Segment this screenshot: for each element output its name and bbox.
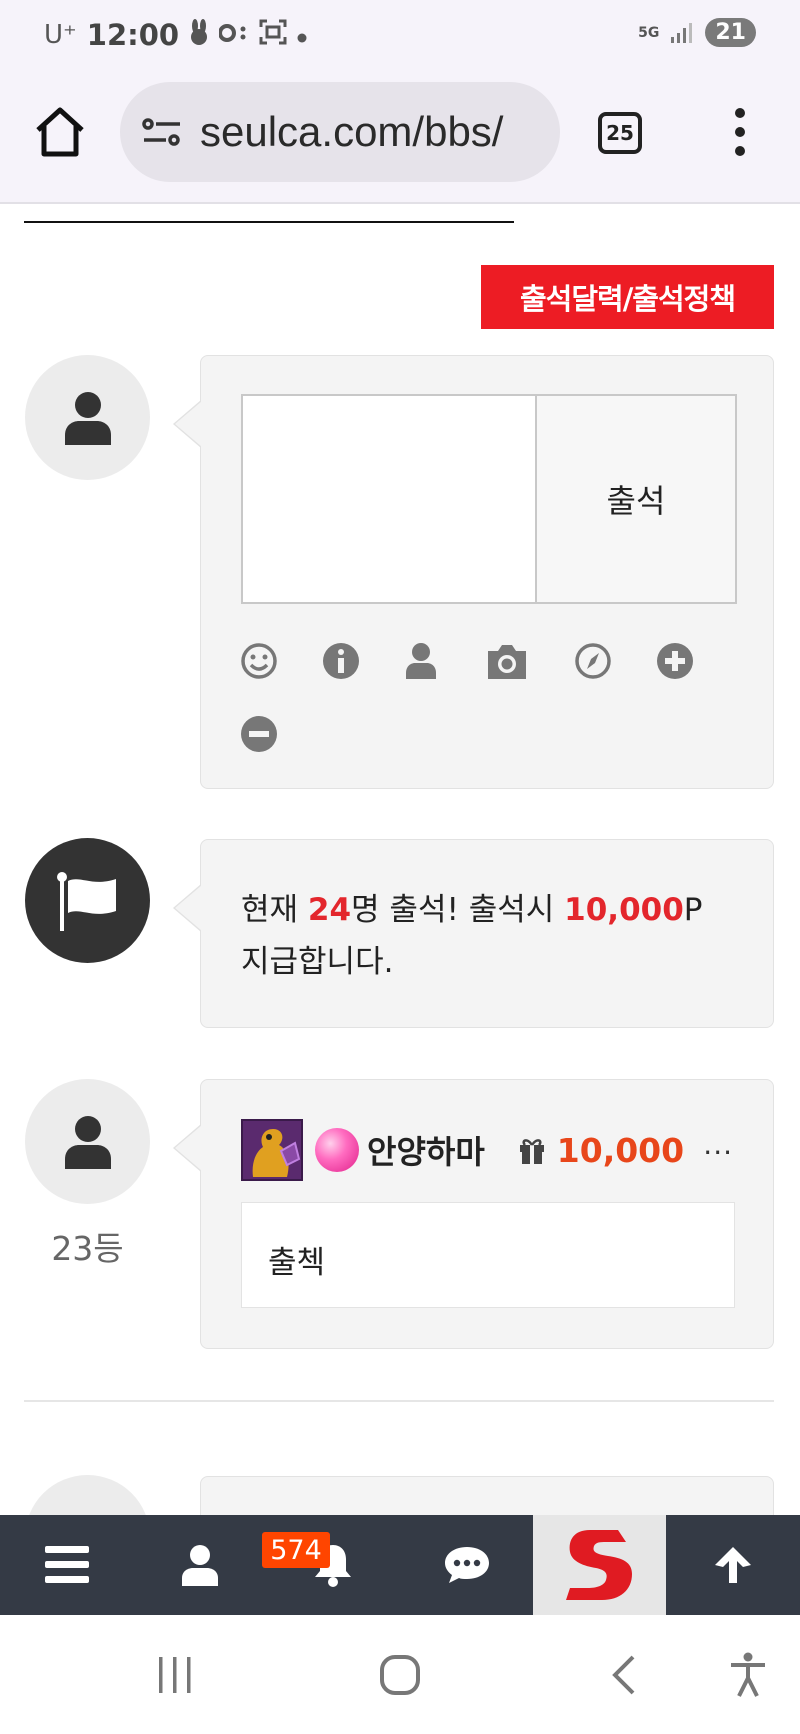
- accessibility-button[interactable]: [718, 1645, 778, 1705]
- comment-form: 출석: [173, 355, 774, 789]
- system-navigation: [0, 1615, 800, 1734]
- menu-button[interactable]: [0, 1515, 133, 1615]
- rank-label: 23등: [51, 1229, 124, 1268]
- recent-apps-button[interactable]: [145, 1645, 205, 1705]
- scroll-top-button[interactable]: [666, 1515, 799, 1615]
- home-nav-button[interactable]: [370, 1645, 430, 1705]
- key-icon: [218, 21, 249, 49]
- user-icon[interactable]: [401, 641, 441, 681]
- attendance-policy-button[interactable]: 출석달력/출석정책: [481, 265, 774, 329]
- more-options-button[interactable]: ...: [703, 1128, 733, 1161]
- notice-text: 현재 24명 출석! 출석시 10,000P 지급합니다.: [241, 892, 703, 980]
- site-logo-button[interactable]: [533, 1515, 666, 1615]
- checkin-button[interactable]: 출석: [535, 394, 737, 604]
- attendance-entry: 안양하마 10,000 ... 출첵: [173, 1079, 774, 1349]
- user-icon: [64, 1115, 111, 1169]
- user-icon: [64, 391, 111, 445]
- url-text: seulca.com/bbs/: [200, 108, 504, 155]
- attendance-notice: 현재 24명 출석! 출석시 10,000P 지급합니다.: [173, 839, 774, 1028]
- back-icon: [612, 1655, 635, 1695]
- reward-points: 10,000: [564, 892, 684, 928]
- signal-icon: [671, 22, 693, 43]
- home-icon: [36, 107, 84, 157]
- scan-icon: [259, 19, 287, 51]
- attendee-count: 24: [307, 892, 352, 928]
- comment-text: 출첵: [241, 1202, 735, 1308]
- battery-indicator: 21: [705, 18, 756, 47]
- rabbit-icon: [189, 19, 209, 51]
- bottom-navigation: [0, 1515, 800, 1615]
- hamburger-icon: [44, 1546, 89, 1583]
- info-icon[interactable]: [321, 641, 361, 681]
- site-logo-icon: [565, 1530, 632, 1600]
- chat-icon: [444, 1547, 489, 1583]
- camera-icon[interactable]: [484, 639, 530, 683]
- home-circle-icon: [380, 1655, 420, 1695]
- avatar: [25, 355, 150, 480]
- plus-circle-icon[interactable]: [655, 641, 695, 681]
- back-button[interactable]: [594, 1645, 654, 1705]
- points-value: 10,000: [556, 1130, 685, 1170]
- carrier-label: U⁺: [44, 20, 77, 50]
- network-label: 5G: [638, 24, 660, 41]
- address-bar[interactable]: seulca.com/bbs/: [120, 82, 560, 182]
- gift-icon: [519, 1139, 544, 1164]
- more-options-button[interactable]: [730, 108, 750, 156]
- emoticon-icon[interactable]: [239, 641, 279, 681]
- minus-circle-icon[interactable]: [239, 714, 279, 754]
- browser-toolbar: seulca.com/bbs/ 25: [0, 72, 800, 204]
- dot-icon: [297, 21, 307, 49]
- avatar: [25, 1079, 150, 1204]
- level-icon: [241, 1119, 303, 1181]
- divider: [24, 221, 514, 223]
- tab-switcher-button[interactable]: 25: [598, 112, 642, 154]
- rank-orb-icon: [315, 1128, 359, 1172]
- comment-input[interactable]: [241, 394, 537, 604]
- clock: 12:00: [86, 18, 180, 52]
- compass-icon[interactable]: [573, 641, 613, 681]
- profile-button[interactable]: [133, 1515, 266, 1615]
- site-settings-icon[interactable]: [140, 114, 184, 150]
- divider: [24, 1400, 774, 1402]
- user-icon: [181, 1545, 218, 1586]
- accessibility-icon: [731, 1652, 765, 1697]
- messages-button[interactable]: [400, 1515, 533, 1615]
- status-bar: U⁺ 12:00 5G 21: [0, 0, 800, 72]
- arrow-up-icon: [714, 1547, 751, 1583]
- username[interactable]: 안양하마: [367, 1127, 485, 1173]
- flag-avatar: [25, 838, 150, 963]
- flag-icon: [56, 871, 116, 931]
- home-button[interactable]: [32, 104, 88, 160]
- notification-badge: 574: [262, 1532, 330, 1568]
- recents-icon: [159, 1657, 191, 1693]
